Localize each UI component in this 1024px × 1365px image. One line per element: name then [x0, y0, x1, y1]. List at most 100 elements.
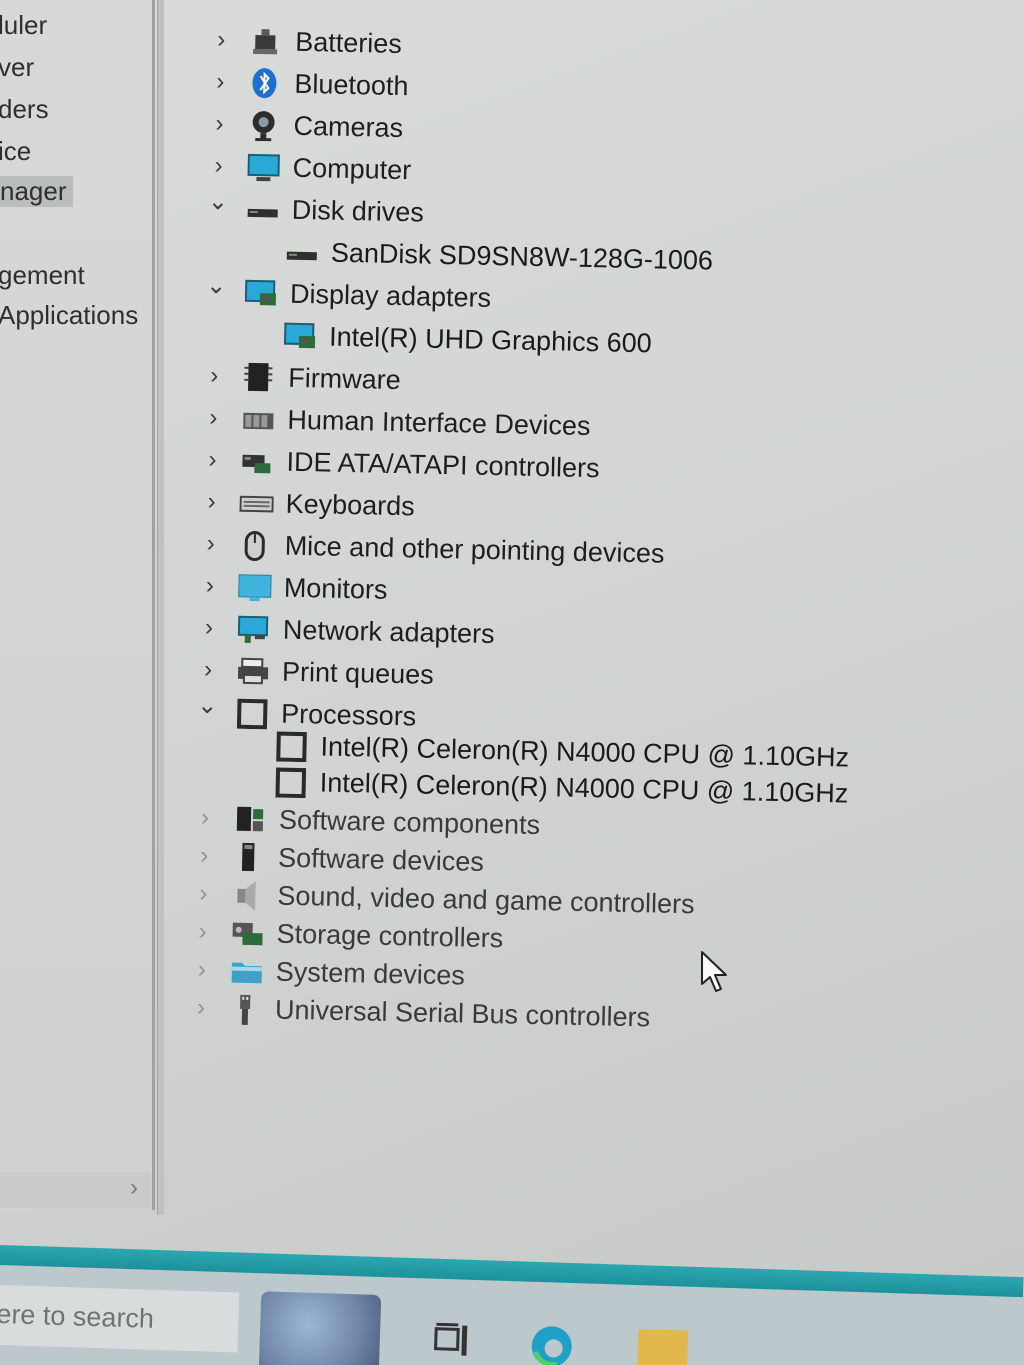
device-category-keyboards[interactable]: › Keyboards [199, 482, 415, 522]
device-category-mice-and-other-pointing-devices[interactable]: › Mice and other pointing devices [198, 524, 665, 569]
chevron-right-icon[interactable]: › [199, 488, 224, 516]
usb-icon [240, 994, 251, 1026]
chevron-right-icon[interactable]: › [193, 804, 218, 832]
device-category-software-devices[interactable]: › Software devices [192, 836, 484, 877]
device-category-batteries[interactable]: › Batteries [209, 20, 402, 60]
system-folder-icon [231, 962, 262, 984]
chevron-right-icon[interactable]: › [202, 362, 227, 390]
chevron-right-icon[interactable]: › [206, 152, 231, 180]
edge-browser-icon[interactable] [527, 1322, 576, 1365]
device-label: Intel(R) Celeron(R) N4000 CPU @ 1.10GHz [320, 731, 850, 773]
left-navigation-pane: luler ver ders ice nager gement Applicat… [0, 0, 155, 1210]
chevron-right-icon[interactable]: › [130, 1174, 138, 1202]
device-label: Firmware [287, 362, 402, 396]
mouse-cursor-icon [701, 951, 727, 992]
device-category-system-devices[interactable]: › System devices [189, 950, 466, 991]
device-category-cameras[interactable]: › Cameras [207, 104, 403, 144]
device-item-intel-r-celeron-r-n4000-cpu-1-10ghz[interactable]: Intel(R) Celeron(R) N4000 CPU @ 1.10GHz [194, 724, 849, 773]
device-category-firmware[interactable]: › Firmware [202, 356, 401, 396]
chevron-right-icon[interactable]: › [190, 956, 215, 984]
chevron-right-icon[interactable]: › [200, 446, 225, 474]
processor-icon [275, 767, 307, 799]
camera-icon [252, 111, 275, 142]
device-label: Intel(R) UHD Graphics 600 [328, 321, 652, 359]
chevron-right-icon[interactable]: › [190, 918, 215, 946]
chevron-right-icon[interactable]: › [201, 404, 226, 432]
device-label: Human Interface Devices [287, 404, 591, 442]
device-label: Print queues [281, 656, 435, 690]
software-device-icon [241, 842, 255, 872]
chevron-right-icon[interactable]: › [189, 994, 214, 1022]
device-category-software-components[interactable]: › Software components [193, 798, 541, 840]
battery-icon [253, 29, 278, 55]
device-item-sandisk-sd9sn8w-128g-1006[interactable]: SanDisk SD9SN8W-128G-1006 [205, 230, 713, 276]
device-category-ide-ata-atapi-controllers[interactable]: › IDE ATA/ATAPI controllers [200, 440, 600, 483]
chevron-down-icon[interactable]: ⌄ [206, 188, 231, 216]
device-category-display-adapters[interactable]: ⌄ Display adapters [204, 272, 492, 313]
disk-drive-icon [247, 208, 278, 218]
file-explorer-icon[interactable] [637, 1329, 689, 1365]
device-category-network-adapters[interactable]: › Network adapters [197, 608, 495, 649]
chevron-right-icon[interactable]: › [197, 614, 222, 642]
search-placeholder: ere to search [0, 1298, 155, 1334]
nav-item-performance[interactable]: ice [0, 136, 31, 167]
device-label: Network adapters [282, 614, 495, 650]
device-category-sound-video-and-game-controllers[interactable]: › Sound, video and game controllers [191, 874, 695, 919]
device-item-intel-r-uhd-graphics-600[interactable]: Intel(R) UHD Graphics 600 [203, 314, 652, 358]
nav-item-task-scheduler[interactable]: luler [0, 10, 47, 41]
device-category-bluetooth[interactable]: › Bluetooth [208, 62, 409, 102]
pane-splitter[interactable] [157, 0, 164, 1215]
device-category-processors[interactable]: ⌄ Processors [195, 692, 417, 732]
device-label: Batteries [294, 26, 403, 60]
task-view-icon[interactable] [433, 1322, 470, 1358]
chevron-right-icon[interactable]: › [191, 880, 216, 908]
nav-item-shared-folders[interactable]: ders [0, 94, 49, 125]
processor-icon [236, 698, 268, 730]
device-label: Processors [280, 698, 417, 732]
device-item-intel-r-celeron-r-n4000-cpu-1-10ghz[interactable]: Intel(R) Celeron(R) N4000 CPU @ 1.10GHz [193, 760, 849, 809]
device-category-monitors[interactable]: › Monitors [197, 566, 388, 606]
printer-icon [237, 657, 269, 685]
device-category-universal-serial-bus-controllers[interactable]: › Universal Serial Bus controllers [189, 988, 651, 1032]
device-tree: › Batteries › Bluetooth › Cameras › Computer ⌄ Di… [189, 8, 1010, 1035]
nav-item-services-and-applications[interactable]: Applications [0, 300, 138, 331]
device-label: Universal Serial Bus controllers [274, 994, 651, 1033]
chevron-right-icon[interactable]: › [207, 110, 232, 138]
device-category-print-queues[interactable]: › Print queues [196, 650, 434, 690]
device-label: Intel(R) Celeron(R) N4000 CPU @ 1.10GHz [319, 767, 849, 809]
device-label: Disk drives [291, 194, 425, 228]
device-label: Monitors [283, 572, 388, 605]
chevron-down-icon[interactable]: ⌄ [204, 272, 229, 300]
device-label: SanDisk SD9SN8W-128G-1006 [330, 237, 714, 276]
mouse-icon [244, 531, 265, 562]
speaker-icon [237, 881, 256, 912]
nav-item-disk-management[interactable]: gement [0, 260, 85, 291]
device-label: Keyboards [285, 488, 416, 522]
taskbar-search-box[interactable]: ere to search [0, 1284, 240, 1353]
device-label: Computer [292, 152, 412, 186]
chevron-right-icon[interactable]: › [196, 656, 221, 684]
device-label: Software devices [277, 842, 485, 877]
chevron-right-icon[interactable]: › [208, 68, 233, 96]
computer-icon [247, 153, 280, 182]
device-label: Software components [278, 804, 541, 841]
device-label: Display adapters [289, 278, 492, 313]
software-component-icon [236, 806, 264, 832]
device-label: Cameras [293, 110, 404, 144]
nav-item-device-manager[interactable]: nager [0, 176, 73, 207]
chevron-right-icon[interactable]: › [209, 26, 234, 54]
chevron-down-icon[interactable]: ⌄ [195, 692, 220, 720]
search-highlight-image[interactable] [258, 1291, 382, 1365]
device-category-computer[interactable]: › Computer [206, 146, 411, 186]
device-category-disk-drives[interactable]: ⌄ Disk drives [205, 188, 425, 228]
nav-item-event-viewer[interactable]: ver [0, 52, 34, 83]
chevron-right-icon[interactable]: › [198, 530, 223, 558]
monitor-icon [238, 574, 272, 602]
ide-controller-icon [242, 454, 271, 474]
chevron-right-icon[interactable]: › [192, 842, 217, 870]
horizontal-scrollbar[interactable]: › [0, 1172, 150, 1208]
chevron-right-icon[interactable]: › [198, 572, 223, 600]
device-category-storage-controllers[interactable]: › Storage controllers [190, 912, 503, 953]
storage-controller-icon [232, 922, 263, 946]
device-category-human-interface-devices[interactable]: › Human Interface Devices [201, 398, 591, 441]
